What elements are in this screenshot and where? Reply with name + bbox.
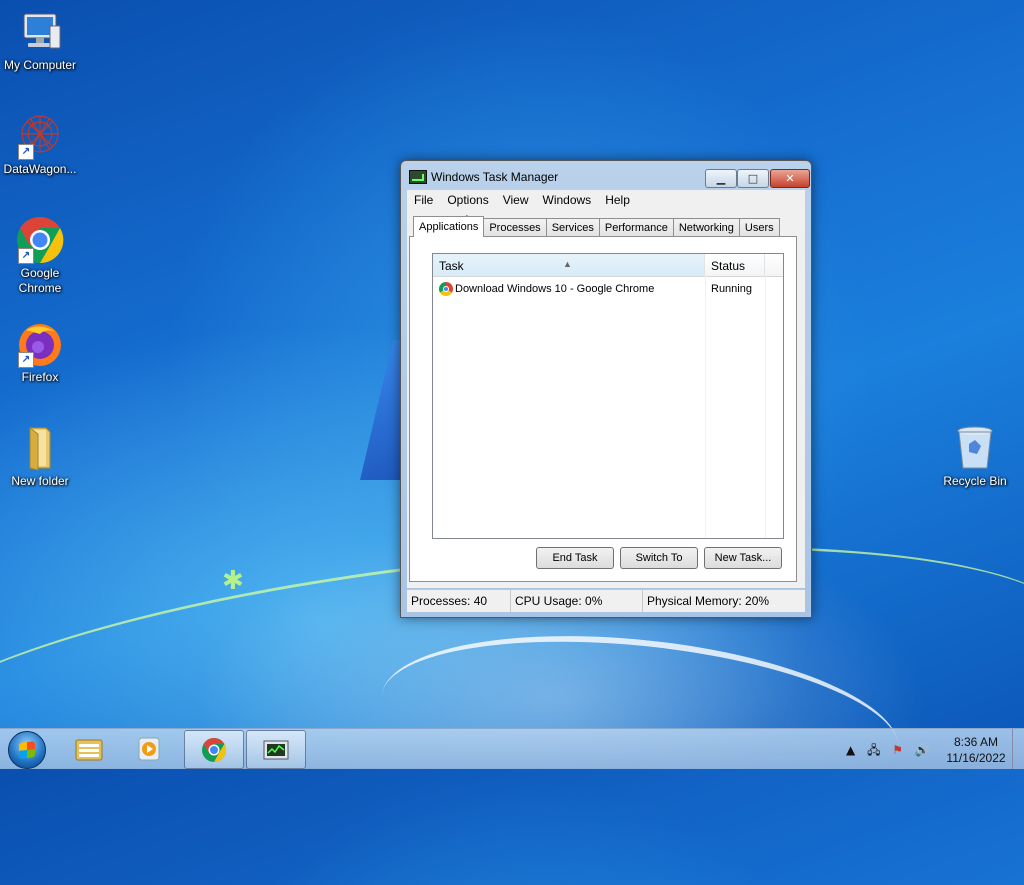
new-task-button[interactable]: New Task... (704, 547, 782, 569)
desktop-icon-my-computer[interactable]: My Computer (0, 8, 80, 73)
minimize-button[interactable]: ▁ (705, 169, 737, 188)
task-manager-icon (263, 740, 289, 760)
task-status: Running (711, 283, 752, 295)
status-processes: Processes: 40 (407, 590, 511, 612)
network-icon[interactable]: 🖧 (867, 743, 880, 757)
task-list[interactable]: Task ▲ Status Download Windows 10 - Goog… (432, 253, 784, 539)
recycle-bin-icon (951, 424, 999, 472)
taskbar-task-manager-button[interactable] (246, 730, 306, 769)
desktop-icon-label: Firefox (21, 370, 59, 384)
tab-applications[interactable]: Applications (413, 216, 485, 237)
tab-users[interactable]: Users (738, 218, 780, 237)
desktop-icon-label: My Computer (3, 58, 77, 72)
maximize-icon: □ (747, 172, 759, 185)
taskbar: ▲ 🖧 ⚑ 🔊 8:36 AM 11/16/2022 (0, 728, 1024, 769)
tab-processes[interactable]: Processes (483, 218, 547, 237)
desktop-icon-recycle-bin[interactable]: Recycle Bin (935, 424, 1015, 489)
desktop-icon-google-chrome[interactable]: ↗ Google Chrome (0, 216, 80, 296)
column-header-label: Status (711, 259, 746, 273)
sort-up-icon: ▲ (563, 259, 572, 269)
chrome-icon: ↗ (16, 216, 64, 264)
chrome-icon (202, 738, 227, 762)
desktop-icon-label: Recycle Bin (943, 474, 1007, 488)
clock-date: 11/16/2022 (946, 751, 1006, 765)
media-player-icon (138, 737, 160, 761)
end-task-button[interactable]: End Task (536, 547, 614, 569)
column-divider (765, 276, 766, 538)
title-bar[interactable]: Windows Task Manager ▁ □ ✕ (401, 161, 811, 189)
status-bar: Processes: 40 CPU Usage: 0% Physical Mem… (407, 589, 805, 612)
switch-to-button[interactable]: Switch To (620, 547, 698, 569)
wallpaper-sparkle: ✱ (222, 566, 244, 596)
column-header-label: Task (439, 259, 464, 273)
taskbar-chrome-button[interactable] (184, 730, 244, 769)
action-center-icon[interactable]: ⚑ (892, 743, 903, 757)
menu-bar: File Options View Windows Help (407, 190, 805, 210)
menu-view[interactable]: View (496, 190, 536, 210)
tab-strip: Applications Processes Services Performa… (413, 216, 780, 237)
computer-icon (16, 8, 64, 56)
datawagon-icon: ↗ (16, 112, 64, 160)
column-header-task[interactable]: Task ▲ (433, 254, 705, 276)
task-manager-icon (409, 170, 427, 184)
taskbar-media-player-button[interactable] (120, 730, 178, 767)
tab-services[interactable]: Services (545, 218, 600, 237)
column-divider (705, 276, 706, 538)
tab-networking[interactable]: Networking (672, 218, 740, 237)
task-manager-window[interactable]: Windows Task Manager ▁ □ ✕ File Options Vi… (400, 160, 812, 618)
show-desktop-button[interactable] (1012, 729, 1024, 769)
list-header: Task ▲ Status (433, 254, 783, 277)
menu-options[interactable]: Options (440, 190, 495, 210)
desktop-icon-firefox[interactable]: ↗ Firefox (0, 320, 80, 385)
client-area: Applications Processes Services Performa… (407, 210, 805, 588)
shortcut-arrow-icon: ↗ (18, 144, 34, 160)
menu-file[interactable]: File (407, 190, 440, 210)
window-title: Windows Task Manager (431, 170, 559, 184)
folder-icon (16, 424, 64, 472)
task-name: Download Windows 10 - Google Chrome (455, 283, 655, 295)
chrome-icon (439, 282, 453, 296)
firefox-icon: ↗ (16, 320, 64, 368)
status-physical-memory: Physical Memory: 20% (647, 594, 770, 608)
minimize-icon: ▁ (716, 172, 726, 185)
column-header-status[interactable]: Status (705, 254, 765, 276)
system-tray: ▲ 🖧 ⚑ 🔊 (846, 741, 938, 762)
desktop-icon-label: New folder (11, 474, 69, 488)
desktop-icon-new-folder[interactable]: New folder (0, 424, 80, 489)
status-cpu-usage: CPU Usage: 0% (511, 590, 643, 612)
desktop-icon-label: Google Chrome (18, 266, 62, 295)
folder-icon (75, 739, 103, 761)
volume-icon[interactable]: 🔊 (915, 743, 930, 757)
taskbar-explorer-button[interactable] (60, 730, 118, 767)
close-button[interactable]: ✕ (770, 169, 810, 188)
shortcut-arrow-icon: ↗ (18, 248, 34, 264)
show-hidden-icons-icon[interactable]: ▲ (846, 743, 855, 757)
table-row[interactable]: Download Windows 10 - Google Chrome Runn… (433, 280, 781, 298)
desktop-icon-datawagon[interactable]: ↗ DataWagon... (0, 112, 80, 177)
clock-time: 8:36 AM (953, 735, 999, 749)
close-icon: ✕ (785, 172, 795, 185)
tab-performance[interactable]: Performance (598, 218, 674, 237)
start-button[interactable] (8, 731, 46, 769)
maximize-button[interactable]: □ (737, 169, 769, 188)
applications-panel: Task ▲ Status Download Windows 10 - Goog… (409, 236, 797, 582)
menu-windows[interactable]: Windows (536, 190, 599, 210)
shortcut-arrow-icon: ↗ (18, 352, 34, 368)
clock[interactable]: 8:36 AM 11/16/2022 (936, 734, 1016, 766)
menu-help[interactable]: Help (598, 190, 637, 210)
desktop-icon-label: DataWagon... (3, 162, 77, 176)
